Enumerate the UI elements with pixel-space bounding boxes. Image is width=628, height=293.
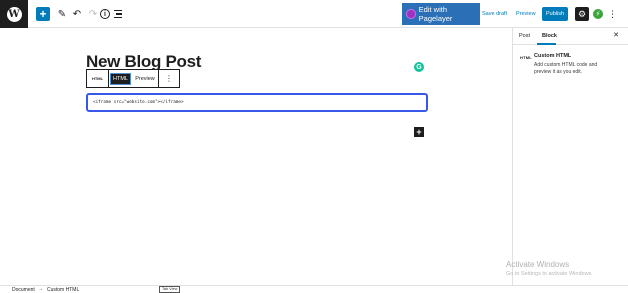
active-tab-indicator xyxy=(537,43,556,45)
wordpress-logo-icon[interactable]: W xyxy=(0,0,28,28)
gear-icon[interactable]: ⚙ xyxy=(575,7,589,21)
more-vertical-icon[interactable]: ⋮ xyxy=(608,8,617,20)
plus-icon[interactable]: + xyxy=(414,127,424,137)
activate-windows-title: Activate Windows xyxy=(506,260,570,269)
tab-html-label: HTML xyxy=(110,72,131,85)
list-view-icon[interactable] xyxy=(114,7,128,21)
undo-icon[interactable]: ↶ xyxy=(70,7,84,21)
add-block-button[interactable]: + xyxy=(36,7,50,21)
close-icon[interactable]: ✕ xyxy=(613,31,619,39)
publish-button[interactable]: Publish xyxy=(542,7,568,21)
breadcrumb-document[interactable]: Document xyxy=(12,287,35,293)
activate-windows-subtitle: Go to Settings to activate Windows. xyxy=(506,271,593,277)
pagelayer-button-label: Edit with Pagelayer xyxy=(418,5,453,23)
html-code-input[interactable]: <iframe src="website.com"></iframe> xyxy=(93,100,184,105)
preview-button[interactable]: Preview xyxy=(516,11,536,17)
tab-html[interactable]: HTML xyxy=(109,70,132,87)
editor-header: W + ✎ ↶ ↷ i Edit with Pagelayer Save dra… xyxy=(0,0,628,28)
redo-icon[interactable]: ↷ xyxy=(86,7,100,21)
save-draft-button[interactable]: Save draft xyxy=(482,11,507,17)
tab-view-tooltip: Tab View xyxy=(159,286,181,293)
sidebar-tabs: Post Block ✕ xyxy=(513,28,628,45)
block-card-title: Custom HTML xyxy=(534,53,572,59)
block-card-description: Add custom HTML code and preview it as y… xyxy=(534,62,598,75)
tab-preview[interactable]: Preview xyxy=(132,70,159,87)
pencil-icon[interactable]: ✎ xyxy=(55,7,69,21)
pagelayer-logo-icon xyxy=(406,9,416,19)
settings-sidebar: Post Block ✕ HTML Custom HTML Add custom… xyxy=(512,28,628,285)
bolt-icon[interactable]: ⚡ xyxy=(593,9,603,19)
more-options-icon[interactable]: ⋮ xyxy=(159,70,179,87)
block-toolbar: HTML HTML Preview ⋮ xyxy=(86,69,180,88)
grammarly-icon[interactable]: G xyxy=(414,62,424,72)
breadcrumb-custom-html[interactable]: Custom HTML xyxy=(47,287,79,293)
info-icon[interactable]: i xyxy=(100,9,110,19)
breadcrumb-separator: → xyxy=(38,286,43,292)
edit-with-pagelayer-button[interactable]: Edit with Pagelayer xyxy=(402,3,480,25)
custom-html-block-icon: HTML xyxy=(520,55,532,60)
tab-block[interactable]: Block xyxy=(542,33,557,39)
block-breadcrumb: Document → Custom HTML xyxy=(0,285,628,293)
custom-html-block[interactable]: <iframe src="website.com"></iframe> xyxy=(86,93,428,112)
tab-post[interactable]: Post xyxy=(519,33,530,39)
block-type-html-icon[interactable]: HTML xyxy=(87,70,109,87)
